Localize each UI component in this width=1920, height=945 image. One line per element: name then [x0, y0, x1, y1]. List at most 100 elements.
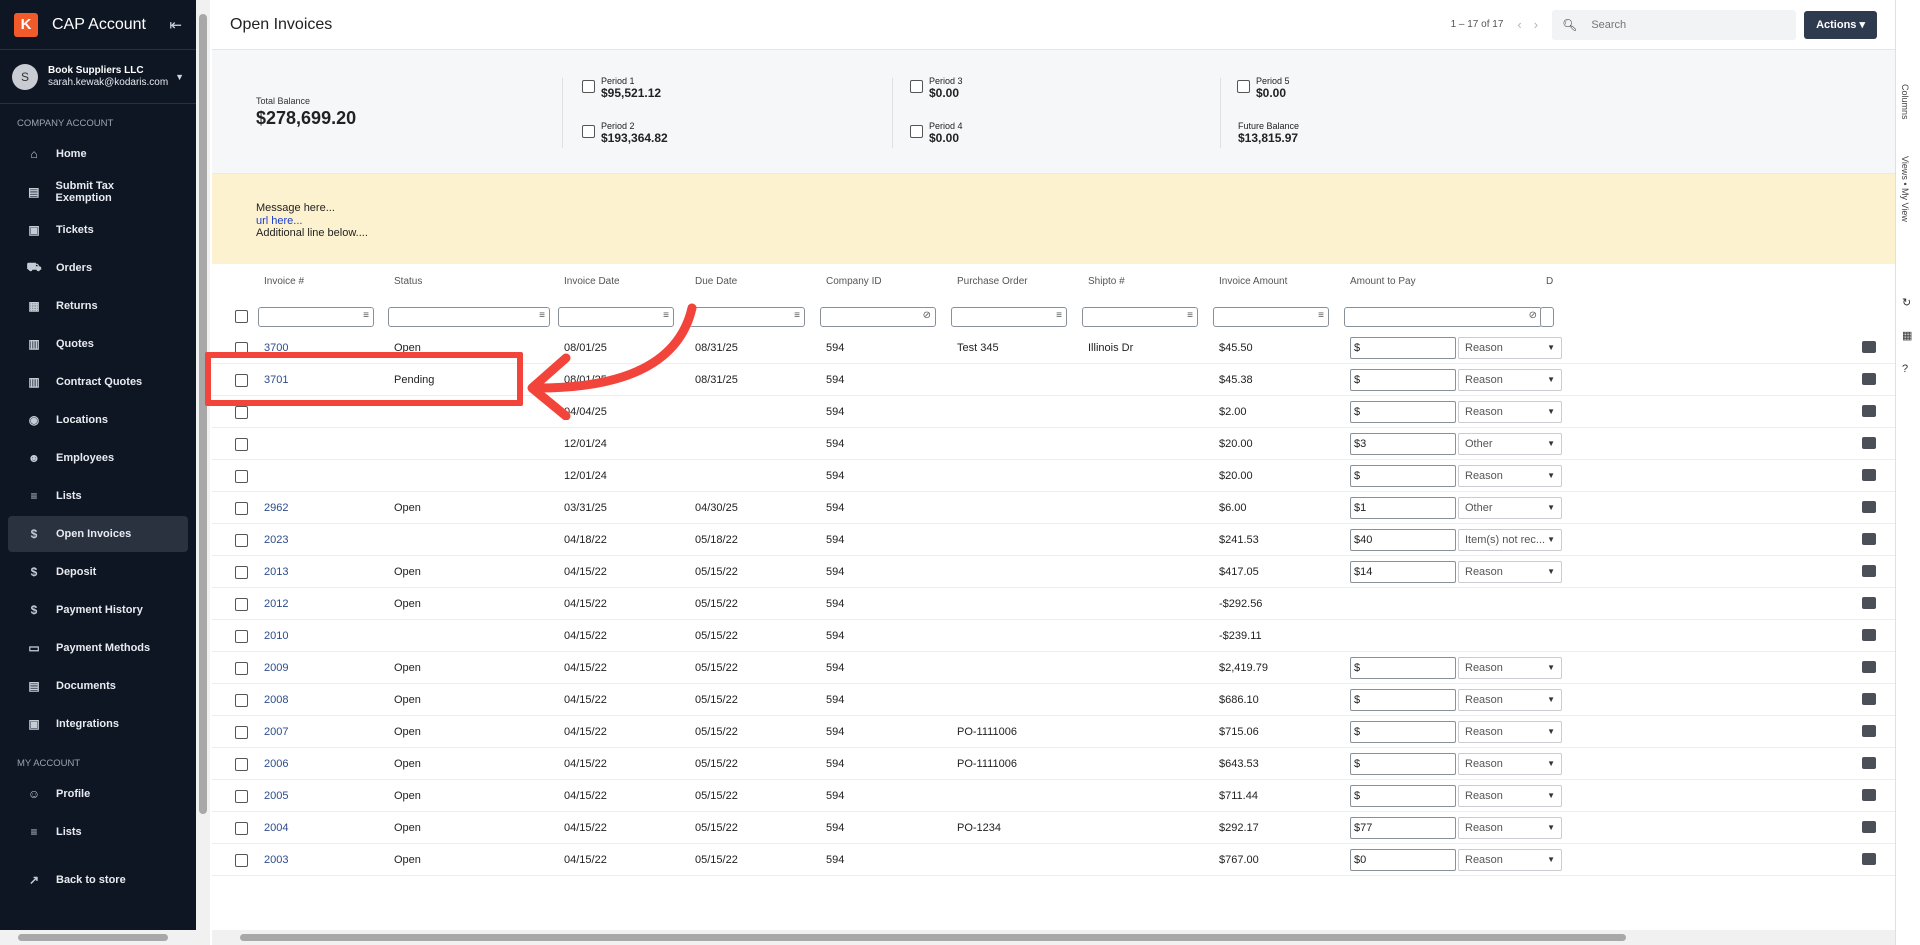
cell-invoice[interactable]: 2009: [264, 652, 288, 684]
reason-select[interactable]: Other ▼: [1458, 433, 1562, 455]
sidebar-item-locations[interactable]: ◉ Locations: [8, 402, 188, 438]
filter-clear-icon[interactable]: ⊘: [1529, 310, 1537, 321]
sidebar-item-submit-tax-exemption[interactable]: ▤ Submit Tax Exemption: [8, 174, 188, 210]
comment-icon[interactable]: [1862, 597, 1876, 609]
caret-down-icon[interactable]: ▼: [175, 72, 184, 82]
amount-to-pay-input[interactable]: $: [1350, 369, 1456, 391]
amount-to-pay-input[interactable]: $14: [1350, 561, 1456, 583]
row-checkbox[interactable]: [235, 790, 248, 803]
period-2-checkbox[interactable]: [582, 125, 595, 138]
row-checkbox[interactable]: [235, 630, 248, 643]
sidebar-item-open-invoices[interactable]: $ Open Invoices: [8, 516, 188, 552]
period-2[interactable]: Period 2 $193,364.82: [582, 121, 668, 145]
table-horizontal-scrollbar[interactable]: [212, 930, 1895, 945]
sidebar-item-deposit[interactable]: $ Deposit: [8, 554, 188, 590]
cell-invoice[interactable]: 2012: [264, 588, 288, 620]
reason-select[interactable]: Other ▼: [1458, 497, 1562, 519]
comment-icon[interactable]: [1862, 469, 1876, 481]
column-header[interactable]: Amount to Pay: [1350, 264, 1416, 300]
row-checkbox[interactable]: [235, 502, 248, 515]
column-filter-input[interactable]: ≡: [1082, 307, 1198, 327]
columns-panel-toggle[interactable]: Columns: [1900, 84, 1910, 120]
sidebar-scrollbar[interactable]: [196, 0, 210, 945]
amount-to-pay-input[interactable]: $: [1350, 689, 1456, 711]
column-header[interactable]: Company ID: [826, 264, 882, 300]
amount-to-pay-input[interactable]: $: [1350, 465, 1456, 487]
logout-icon[interactable]: ⇤: [169, 16, 182, 34]
reason-select[interactable]: Reason ▼: [1458, 657, 1562, 679]
comment-icon[interactable]: [1862, 661, 1876, 673]
row-checkbox[interactable]: [235, 406, 248, 419]
column-header[interactable]: Status: [394, 264, 422, 300]
select-all-checkbox[interactable]: [235, 310, 248, 323]
amount-to-pay-input[interactable]: $: [1350, 401, 1456, 423]
next-page-icon[interactable]: ›: [1534, 17, 1538, 32]
row-checkbox[interactable]: [235, 534, 248, 547]
column-filter-input[interactable]: ≡: [951, 307, 1067, 327]
filter-icon[interactable]: ≡: [1056, 310, 1062, 321]
comment-icon[interactable]: [1862, 725, 1876, 737]
sidebar-item-documents[interactable]: ▤ Documents: [8, 668, 188, 704]
help-icon[interactable]: ?: [1902, 363, 1908, 375]
cell-invoice[interactable]: 2004: [264, 812, 288, 844]
sidebar-item-profile[interactable]: ☺ Profile: [8, 776, 188, 812]
column-header[interactable]: Invoice Date: [564, 264, 620, 300]
reason-select[interactable]: Reason ▼: [1458, 785, 1562, 807]
actions-button[interactable]: Actions ▾: [1804, 10, 1877, 39]
kodaris-logo[interactable]: K: [14, 12, 38, 37]
column-header[interactable]: Invoice #: [264, 264, 304, 300]
period-1[interactable]: Period 1 $95,521.12: [582, 76, 661, 100]
sidebar-item-lists[interactable]: ≡ Lists: [8, 814, 188, 850]
comment-icon[interactable]: [1862, 565, 1876, 577]
cell-invoice[interactable]: 2013: [264, 556, 288, 588]
column-filter-input[interactable]: ⊘: [820, 307, 936, 327]
column-header[interactable]: D: [1546, 264, 1553, 300]
row-checkbox[interactable]: [235, 566, 248, 579]
column-filter-input[interactable]: ≡: [1213, 307, 1329, 327]
amount-to-pay-input[interactable]: $77: [1350, 817, 1456, 839]
row-checkbox[interactable]: [235, 726, 248, 739]
column-header[interactable]: Due Date: [695, 264, 737, 300]
sidebar-item-tickets[interactable]: ▣ Tickets: [8, 212, 188, 248]
cell-invoice[interactable]: 2003: [264, 844, 288, 876]
search-box[interactable]: 🔍︎: [1552, 9, 1797, 40]
refresh-icon[interactable]: ↻: [1902, 296, 1911, 309]
sidebar-item-employees[interactable]: ☻ Employees: [8, 440, 188, 476]
sidebar-item-orders[interactable]: ⛟ Orders: [8, 250, 188, 286]
cell-invoice[interactable]: 2007: [264, 716, 288, 748]
sidebar-item-quotes[interactable]: ▥ Quotes: [8, 326, 188, 362]
period-4[interactable]: Period 4 $0.00: [910, 121, 963, 145]
comment-icon[interactable]: [1862, 821, 1876, 833]
sidebar-horizontal-scrollbar[interactable]: [0, 930, 196, 945]
cell-invoice[interactable]: 2962: [264, 492, 288, 524]
comment-icon[interactable]: [1862, 629, 1876, 641]
comment-icon[interactable]: [1862, 853, 1876, 865]
column-filter-input[interactable]: [1540, 307, 1554, 327]
amount-to-pay-input[interactable]: $: [1350, 753, 1456, 775]
column-header[interactable]: Invoice Amount: [1219, 264, 1287, 300]
comment-icon[interactable]: [1862, 341, 1876, 353]
scrollbar-thumb[interactable]: [240, 934, 1626, 941]
period-5-checkbox[interactable]: [1237, 80, 1250, 93]
reason-select[interactable]: Reason ▼: [1458, 753, 1562, 775]
cell-invoice[interactable]: 2005: [264, 780, 288, 812]
amount-to-pay-input[interactable]: $: [1350, 785, 1456, 807]
amount-to-pay-input[interactable]: $40: [1350, 529, 1456, 551]
grid-icon[interactable]: ▦: [1902, 329, 1912, 342]
reason-select[interactable]: Reason ▼: [1458, 561, 1562, 583]
period-4-checkbox[interactable]: [910, 125, 923, 138]
amount-to-pay-input[interactable]: $: [1350, 721, 1456, 743]
prev-page-icon[interactable]: ‹: [1517, 17, 1521, 32]
amount-to-pay-input[interactable]: $: [1350, 657, 1456, 679]
sidebar-item-payment-methods[interactable]: ▭ Payment Methods: [8, 630, 188, 666]
period-3-checkbox[interactable]: [910, 80, 923, 93]
row-checkbox[interactable]: [235, 598, 248, 611]
amount-to-pay-input[interactable]: $: [1350, 337, 1456, 359]
sidebar-item-returns[interactable]: ▦ Returns: [8, 288, 188, 324]
filter-icon[interactable]: ≡: [1187, 310, 1193, 321]
period-3[interactable]: Period 3 $0.00: [910, 76, 963, 100]
row-checkbox[interactable]: [235, 470, 248, 483]
row-checkbox[interactable]: [235, 822, 248, 835]
scrollbar-thumb[interactable]: [18, 934, 168, 941]
row-checkbox[interactable]: [235, 694, 248, 707]
